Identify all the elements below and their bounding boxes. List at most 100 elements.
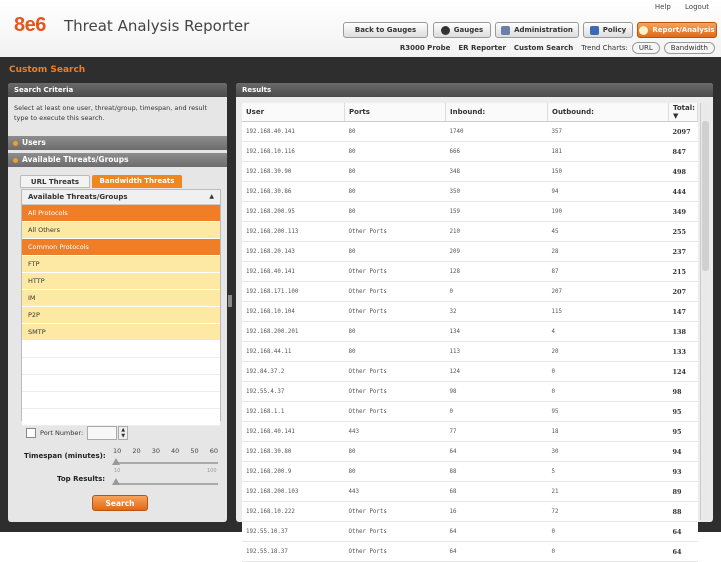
cell-outbound: 0	[547, 541, 669, 562]
table-row[interactable]: 192.168.30.86 80 350 94 444	[242, 181, 698, 202]
er-reporter-link[interactable]: ER Reporter	[458, 44, 506, 52]
cell-outbound: 28	[547, 241, 669, 262]
empty-list-row	[22, 392, 220, 409]
users-section-label: Users	[22, 138, 46, 147]
cell-user: 192.168.40.141	[242, 261, 345, 282]
policy-button[interactable]: Policy	[583, 22, 633, 38]
col-inbound[interactable]: Inbound:	[445, 103, 548, 122]
results-scrollbar-thumb[interactable]	[702, 121, 709, 271]
table-row[interactable]: 192.168.40.141 443 77 18 95	[242, 421, 698, 442]
table-row[interactable]: 192.168.200.201 80 134 4 138	[242, 321, 698, 342]
cell-inbound: 98	[445, 381, 548, 402]
cell-inbound: 68	[445, 481, 548, 502]
cell-inbound: 77	[445, 421, 548, 442]
col-ports[interactable]: Ports	[344, 103, 446, 122]
panel-splitter-handle[interactable]	[228, 295, 232, 307]
cell-outbound: 0	[547, 381, 669, 402]
tab-bandwidth-threats[interactable]: Bandwidth Threats	[92, 175, 182, 188]
table-row[interactable]: 192.168.10.116 80 666 181 847	[242, 141, 698, 162]
cell-outbound: 5	[547, 461, 669, 482]
list-item[interactable]: SMTP	[22, 324, 220, 341]
cell-ports: Other Ports	[344, 361, 446, 382]
table-row[interactable]: 192.168.200.103 443 68 21 89	[242, 481, 698, 502]
table-row[interactable]: 192.168.30.90 80 348 150 498	[242, 161, 698, 182]
cell-ports: Other Ports	[344, 281, 446, 302]
brand-logo: 8e6	[14, 14, 46, 36]
table-row[interactable]: 192.168.10.222 Other Ports 16 72 88	[242, 501, 698, 522]
table-row[interactable]: 192.168.200.9 80 88 5 93	[242, 461, 698, 482]
cell-inbound: 32	[445, 301, 548, 322]
table-row[interactable]: 192.168.40.141 Other Ports 128 87 215	[242, 261, 698, 282]
search-button[interactable]: Search	[92, 495, 148, 511]
col-total[interactable]: Total: ▼	[668, 103, 698, 122]
col-outbound[interactable]: Outbound:	[547, 103, 669, 122]
cell-inbound: 0	[445, 281, 548, 302]
table-row[interactable]: 192.168.44.11 80 113 20 133	[242, 341, 698, 362]
threats-listbox[interactable]: Available Threats/Groups ▲ All Protocols…	[21, 189, 221, 426]
cell-ports: 80	[344, 321, 446, 342]
cell-user: 192.168.200.201	[242, 321, 345, 342]
timespan-ticks: 10 20 30 40 50 60	[113, 447, 218, 455]
tab-url-threats[interactable]: URL Threats	[20, 175, 90, 188]
trend-bandwidth-button[interactable]: Bandwidth	[663, 42, 715, 54]
table-row[interactable]: 192.168.20.143 80 209 28 237	[242, 241, 698, 262]
col-user[interactable]: User	[242, 103, 345, 122]
cell-ports: Other Ports	[344, 501, 446, 522]
cell-outbound: 20	[547, 341, 669, 362]
list-item[interactable]: All Others	[22, 222, 220, 239]
administration-button[interactable]: Administration	[495, 22, 579, 38]
cell-ports: Other Ports	[344, 381, 446, 402]
cell-user: 192.168.10.116	[242, 141, 345, 162]
r3000-probe-link[interactable]: R3000 Probe	[400, 44, 450, 52]
cell-inbound: 88	[445, 461, 548, 482]
cell-outbound: 357	[547, 121, 669, 142]
timespan-slider-thumb[interactable]	[112, 458, 120, 465]
threats-section-toggle[interactable]: Available Threats/Groups	[8, 153, 227, 167]
back-to-gauges-button[interactable]: Back to Gauges	[343, 22, 428, 38]
port-number-input[interactable]	[87, 426, 118, 440]
top-results-label: Top Results:	[57, 475, 106, 483]
cell-user: 192.55.18.37	[242, 541, 345, 562]
list-item[interactable]: Common Protocols	[22, 239, 220, 256]
users-section-toggle[interactable]: Users	[8, 136, 227, 150]
port-number-checkbox[interactable]	[26, 428, 36, 438]
cell-ports: 80	[344, 441, 446, 462]
threats-list-header[interactable]: Available Threats/Groups ▲	[22, 190, 220, 205]
cell-ports: Other Ports	[344, 301, 446, 322]
empty-list-row	[22, 375, 220, 392]
list-item[interactable]: All Protocols	[22, 205, 220, 222]
table-row[interactable]: 192.168.30.80 80 64 30 94	[242, 441, 698, 462]
table-row[interactable]: 192.168.200.113 Other Ports 210 45 255	[242, 221, 698, 242]
logout-link[interactable]: Logout	[685, 3, 709, 11]
table-row[interactable]: 192.168.171.100 Other Ports 0 207 207	[242, 281, 698, 302]
cell-ports: 80	[344, 181, 446, 202]
trend-url-button[interactable]: URL	[631, 42, 660, 54]
custom-search-link[interactable]: Custom Search	[514, 44, 573, 52]
empty-list-row	[22, 341, 220, 358]
top-results-slider-track[interactable]	[116, 483, 218, 485]
gauges-button[interactable]: Gauges	[433, 22, 491, 38]
table-row[interactable]: 192.168.40.141 80 1740 357 2097	[242, 121, 698, 142]
table-row[interactable]: 192.55.4.37 Other Ports 98 0 98	[242, 381, 698, 402]
table-row[interactable]: 192.168.10.104 Other Ports 32 115 147	[242, 301, 698, 322]
list-item[interactable]: FTP	[22, 256, 220, 273]
cell-inbound: 124	[445, 361, 548, 382]
list-item[interactable]: P2P	[22, 307, 220, 324]
results-table: User Ports Inbound: Outbound: Total: ▼ 1…	[242, 103, 698, 562]
timespan-slider-track[interactable]	[116, 462, 218, 464]
table-row[interactable]: 192.168.200.95 80 159 190 349	[242, 201, 698, 222]
cell-inbound: 64	[445, 441, 548, 462]
cell-ports: 443	[344, 481, 446, 502]
table-row[interactable]: 192.84.37.2 Other Ports 124 0 124	[242, 361, 698, 382]
help-link[interactable]: Help	[655, 3, 671, 11]
list-item[interactable]: IM	[22, 290, 220, 307]
list-item[interactable]: HTTP	[22, 273, 220, 290]
port-number-stepper[interactable]: ▲ ▼	[118, 426, 129, 440]
cell-total: 88	[668, 501, 698, 522]
results-scrollbar[interactable]	[700, 103, 711, 520]
report-analysis-label: Report/Analysis	[652, 26, 715, 34]
report-analysis-button[interactable]: Report/Analysis	[637, 22, 717, 38]
table-row[interactable]: 192.55.18.37 Other Ports 64 0 64	[242, 541, 698, 562]
top-results-slider-thumb[interactable]	[112, 478, 120, 485]
table-row[interactable]: 192.168.1.1 Other Ports 0 95 95	[242, 401, 698, 422]
